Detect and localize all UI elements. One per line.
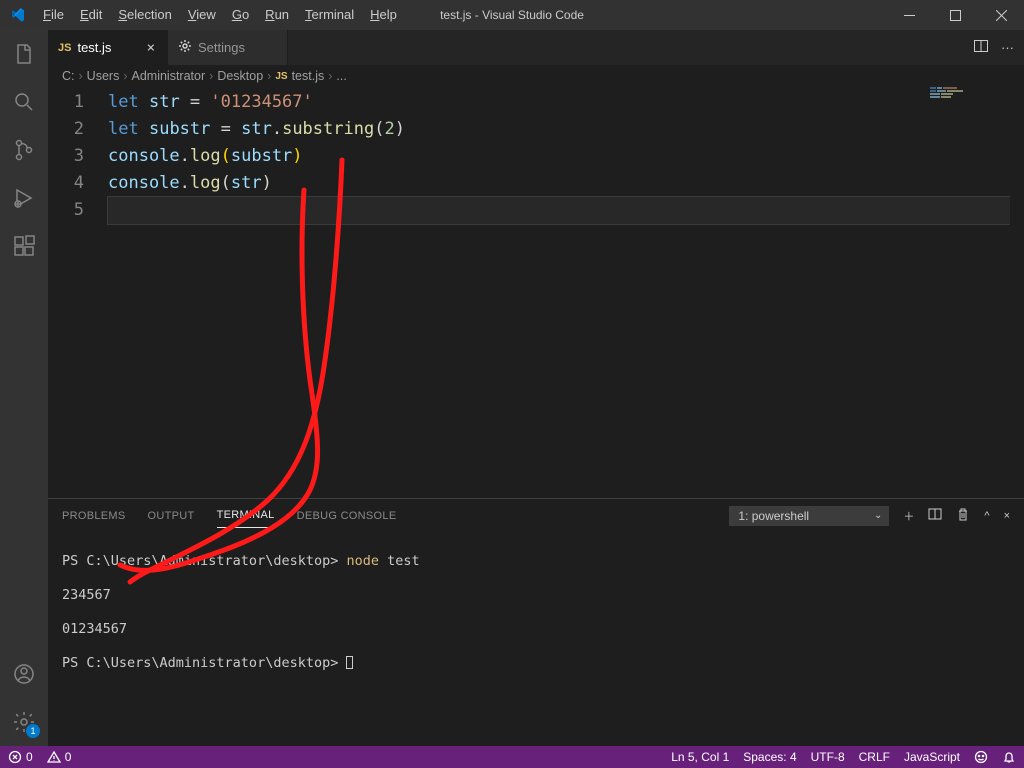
line-numbers: 1 2 3 4 5 (48, 87, 108, 498)
tab-label: test.js (77, 40, 111, 55)
menu-run[interactable]: Run (257, 0, 297, 30)
tab-actions: ··· (963, 30, 1024, 65)
editor[interactable]: 1 2 3 4 5 let str = '01234567' let subst… (48, 87, 1024, 498)
status-errors[interactable]: 0 (8, 750, 33, 764)
more-actions-icon[interactable]: ··· (1001, 40, 1014, 55)
run-debug-icon[interactable] (0, 174, 48, 222)
gear-icon (178, 39, 192, 56)
status-feedback-icon[interactable] (974, 750, 988, 764)
tab-settings[interactable]: Settings (168, 30, 288, 65)
status-position[interactable]: Ln 5, Col 1 (671, 750, 729, 764)
menu-view[interactable]: View (180, 0, 224, 30)
terminal-body[interactable]: PS C:\Users\Administrator\desktop> node … (48, 532, 1024, 746)
split-editor-icon[interactable] (973, 38, 989, 57)
source-control-icon[interactable] (0, 126, 48, 174)
status-warnings[interactable]: 0 (47, 750, 72, 764)
search-icon[interactable] (0, 78, 48, 126)
tab-bar: JS test.js × Settings ··· (48, 30, 1024, 65)
menu-file[interactable]: File (35, 0, 72, 30)
close-tab-icon[interactable]: × (145, 40, 157, 56)
maximize-panel-icon[interactable]: ^ (984, 510, 989, 522)
kill-terminal-icon[interactable] (956, 507, 970, 524)
maximize-button[interactable] (932, 0, 978, 30)
panel-tab-terminal[interactable]: TERMINAL (217, 503, 275, 528)
menu-terminal[interactable]: Terminal (297, 0, 362, 30)
minimize-button[interactable] (886, 0, 932, 30)
panel-tab-debug-console[interactable]: DEBUG CONSOLE (297, 504, 397, 528)
settings-badge: 1 (26, 724, 40, 738)
menu-selection[interactable]: Selection (110, 0, 179, 30)
chevron-down-icon: ⌄ (874, 510, 882, 521)
status-encoding[interactable]: UTF-8 (811, 750, 845, 764)
bottom-panel: PROBLEMS OUTPUT TERMINAL DEBUG CONSOLE 1… (48, 498, 1024, 746)
menu-bar: File Edit Selection View Go Run Terminal… (35, 0, 405, 30)
breadcrumbs[interactable]: C:› Users› Administrator› Desktop› JS te… (48, 65, 1024, 87)
status-notifications-icon[interactable] (1002, 750, 1016, 764)
menu-help[interactable]: Help (362, 0, 405, 30)
status-eol[interactable]: CRLF (859, 750, 890, 764)
settings-gear-icon[interactable]: 1 (0, 698, 48, 746)
scrollbar[interactable] (1010, 87, 1024, 498)
menu-go[interactable]: Go (224, 0, 257, 30)
close-panel-icon[interactable]: × (1004, 510, 1010, 522)
new-terminal-icon[interactable]: ＋ (903, 508, 914, 524)
extensions-icon[interactable] (0, 222, 48, 270)
panel-tab-problems[interactable]: PROBLEMS (62, 504, 126, 528)
terminal-selector[interactable]: 1: powershell ⌄ (729, 506, 889, 526)
tab-label: Settings (198, 40, 245, 55)
menu-edit[interactable]: Edit (72, 0, 110, 30)
panel-tab-output[interactable]: OUTPUT (148, 504, 195, 528)
js-file-icon: JS (58, 42, 71, 54)
activity-bar: 1 (0, 30, 48, 746)
editor-area: JS test.js × Settings ··· C:› Users› Adm… (48, 30, 1024, 746)
tab-test-js[interactable]: JS test.js × (48, 30, 168, 65)
split-terminal-icon[interactable] (928, 507, 942, 524)
main-area: 1 JS test.js × Settings ··· C:› Users (0, 30, 1024, 746)
status-spaces[interactable]: Spaces: 4 (743, 750, 796, 764)
status-bar: 0 0 Ln 5, Col 1 Spaces: 4 UTF-8 CRLF Jav… (0, 746, 1024, 768)
app-logo (0, 7, 35, 23)
accounts-icon[interactable] (0, 650, 48, 698)
explorer-icon[interactable] (0, 30, 48, 78)
code-content[interactable]: let str = '01234567' let substr = str.su… (108, 87, 1024, 498)
js-file-icon: JS (275, 71, 287, 82)
close-button[interactable] (978, 0, 1024, 30)
title-bar: File Edit Selection View Go Run Terminal… (0, 0, 1024, 30)
terminal-cursor (346, 656, 353, 669)
panel-tabs: PROBLEMS OUTPUT TERMINAL DEBUG CONSOLE 1… (48, 499, 1024, 532)
window-controls (886, 0, 1024, 30)
status-language[interactable]: JavaScript (904, 750, 960, 764)
